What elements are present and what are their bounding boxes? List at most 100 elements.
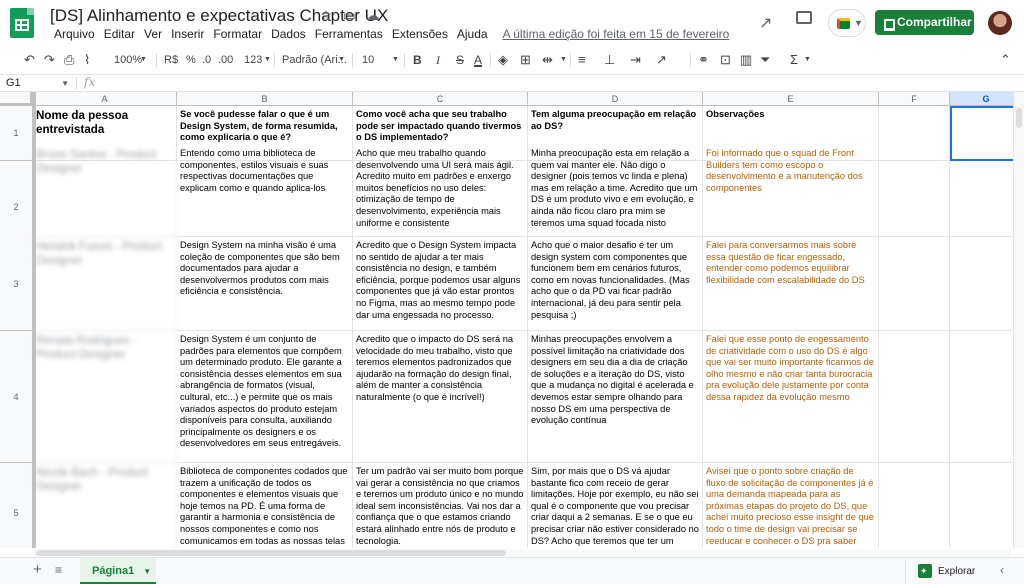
menu-extensions[interactable]: Extensões xyxy=(388,26,452,42)
name-box[interactable]: G1 ▼ xyxy=(4,76,72,91)
column-header-c[interactable]: C xyxy=(353,92,528,106)
answer-cell[interactable]: Ter um padrão vai ser muito bom porque v… xyxy=(353,463,528,548)
menu-format[interactable]: Formatar xyxy=(209,26,266,42)
cloud-status-icon[interactable]: ☁ xyxy=(366,7,380,24)
menu-file[interactable]: Arquivo xyxy=(50,26,99,42)
last-edit-link[interactable]: A última edição foi feita em 15 de fever… xyxy=(499,26,734,42)
answer-cell[interactable]: Design System na minha visão é uma coleç… xyxy=(177,237,353,331)
text-wrap-icon[interactable]: ⇥ xyxy=(630,47,641,73)
strikethrough-button[interactable]: S xyxy=(456,47,464,73)
fill-color-icon[interactable]: ◈ xyxy=(498,47,508,73)
frozen-column-divider[interactable] xyxy=(33,92,36,548)
spreadsheet-grid[interactable]: A B C D E F G 1 2 3 4 5 Nome da pessoa e… xyxy=(0,92,1024,548)
horizontal-align-icon[interactable]: ≡ xyxy=(578,47,586,73)
divider xyxy=(352,53,353,68)
bold-button[interactable]: B xyxy=(413,47,422,73)
star-icon[interactable]: ☆ xyxy=(320,7,333,24)
merge-cells-icon[interactable]: ⇹ xyxy=(542,47,553,73)
sheets-logo-icon[interactable] xyxy=(10,8,34,38)
answer-cell[interactable]: Acho que meu trabalho quando desenvolven… xyxy=(353,145,528,237)
all-sheets-icon[interactable]: ≡ xyxy=(55,563,62,577)
empty-cell[interactable] xyxy=(879,237,950,331)
menu-help[interactable]: Ajuda xyxy=(453,26,492,42)
move-folder-icon[interactable]: ▭ xyxy=(343,7,356,24)
row-header[interactable]: 1 xyxy=(0,106,33,161)
meet-camera-icon xyxy=(837,18,850,29)
vertical-scroll-thumb[interactable] xyxy=(1016,108,1022,128)
observation-cell[interactable]: Falei para conversarmos mais sobre essa … xyxy=(703,237,879,331)
functions-icon[interactable]: Σ xyxy=(790,47,798,73)
currency-format-button[interactable]: R$ xyxy=(164,47,178,73)
observation-cell[interactable]: Avisei que o ponto sobre criação de flux… xyxy=(703,463,879,548)
paint-format-icon[interactable]: ⌇ xyxy=(84,47,90,73)
vertical-scrollbar[interactable] xyxy=(1013,92,1024,548)
answer-cell[interactable]: Design System é um conjunto de padrões p… xyxy=(177,331,353,463)
answer-cell[interactable]: Acredito que o impacto do DS será na vel… xyxy=(353,331,528,463)
row-header[interactable]: 3 xyxy=(0,237,33,331)
interviewee-name[interactable]: Hendrik Furuni - Product Designer xyxy=(33,237,177,331)
answer-cell[interactable]: Minhas preocupações envolvem a possível … xyxy=(528,331,703,463)
text-rotation-icon[interactable]: ↗ xyxy=(656,47,667,73)
zoom-select[interactable]: 100% xyxy=(114,47,142,73)
increase-decimal-button[interactable]: .00 xyxy=(218,47,233,73)
row-header[interactable]: 4 xyxy=(0,331,33,463)
column-header-d[interactable]: D xyxy=(528,92,703,106)
vertical-align-icon[interactable]: ⊥ xyxy=(604,47,615,73)
add-sheet-icon[interactable]: + xyxy=(33,561,42,578)
answer-cell[interactable]: Entendo como uma biblioteca de component… xyxy=(177,145,353,237)
insert-link-icon[interactable]: ⚭ xyxy=(698,47,709,73)
percent-format-button[interactable]: % xyxy=(186,47,196,73)
borders-icon[interactable]: ⊞ xyxy=(520,47,531,73)
insert-comment-icon[interactable]: ⊡ xyxy=(720,47,731,73)
menu-tools[interactable]: Ferramentas xyxy=(311,26,387,42)
print-icon[interactable]: ⎙ xyxy=(64,47,74,73)
insert-chart-icon[interactable]: ▥ xyxy=(740,47,752,73)
share-button[interactable]: Compartilhar xyxy=(875,10,974,35)
explore-button[interactable]: Explorar xyxy=(905,559,979,584)
empty-cell[interactable] xyxy=(879,463,950,548)
redo-icon[interactable]: ↷ xyxy=(44,47,55,73)
decrease-decimal-button[interactable]: .0 xyxy=(202,47,211,73)
sheet-tab-pagina1[interactable]: Página1 ▼ xyxy=(80,558,156,584)
font-size-select[interactable]: 10 xyxy=(362,47,374,73)
empty-cell[interactable] xyxy=(879,331,950,463)
text-color-button[interactable]: A xyxy=(474,47,482,73)
answer-cell[interactable]: Biblioteca de componentes codados que tr… xyxy=(177,463,353,548)
collapse-side-panel-icon[interactable]: ‹ xyxy=(1000,563,1004,577)
select-all-corner[interactable] xyxy=(0,92,33,106)
menu-edit[interactable]: Editar xyxy=(100,26,139,42)
collapse-menu-icon[interactable]: ⌃ xyxy=(1000,47,1011,73)
fx-icon: fx xyxy=(84,75,96,89)
chevron-down-icon: ▼ xyxy=(560,56,567,63)
observation-cell[interactable]: Foi informado que o squad de Front Build… xyxy=(703,145,879,237)
comment-history-icon[interactable] xyxy=(796,11,812,24)
answer-cell[interactable]: Sim, por mais que o DS vá ajudar bastant… xyxy=(528,463,703,548)
column-header-e[interactable]: E xyxy=(703,92,879,106)
answer-cell[interactable]: Minha preocupação esta em relação a quem… xyxy=(528,145,703,237)
menu-view[interactable]: Ver xyxy=(140,26,166,42)
divider xyxy=(404,53,405,68)
meet-button[interactable]: ▼ xyxy=(828,9,866,37)
column-header-a[interactable]: A xyxy=(33,92,177,106)
filter-icon[interactable]: ⏷ xyxy=(760,47,770,73)
menu-data[interactable]: Dados xyxy=(267,26,310,42)
row-header[interactable]: 5 xyxy=(0,463,33,548)
horizontal-scroll-thumb[interactable] xyxy=(36,550,506,556)
italic-button[interactable]: I xyxy=(436,47,440,73)
activity-trend-icon[interactable]: ↗ xyxy=(759,13,772,33)
answer-cell[interactable]: Acho que o maior desafio é ter um design… xyxy=(528,237,703,331)
column-header-b[interactable]: B xyxy=(177,92,353,106)
interviewee-name[interactable]: Nicole Bach - Product Designer xyxy=(33,463,177,548)
formula-bar: G1 ▼ fx xyxy=(0,74,1024,92)
avatar[interactable] xyxy=(988,11,1012,35)
empty-cell[interactable] xyxy=(879,145,950,237)
observation-cell[interactable]: Falei que esse ponto de engessamento de … xyxy=(703,331,879,463)
interviewee-name[interactable]: Bruno Santos - Product Designer xyxy=(33,145,177,237)
column-header-f[interactable]: F xyxy=(879,92,950,106)
menu-insert[interactable]: Inserir xyxy=(167,26,208,42)
interviewee-name[interactable]: Renata Rodrigues - Product Designer xyxy=(33,331,177,463)
number-format-button[interactable]: 123 xyxy=(244,47,262,73)
answer-cell[interactable]: Acredito que o Design System impacta no … xyxy=(353,237,528,331)
undo-icon[interactable]: ↶ xyxy=(24,47,35,73)
cell-reference: G1 xyxy=(6,77,21,89)
